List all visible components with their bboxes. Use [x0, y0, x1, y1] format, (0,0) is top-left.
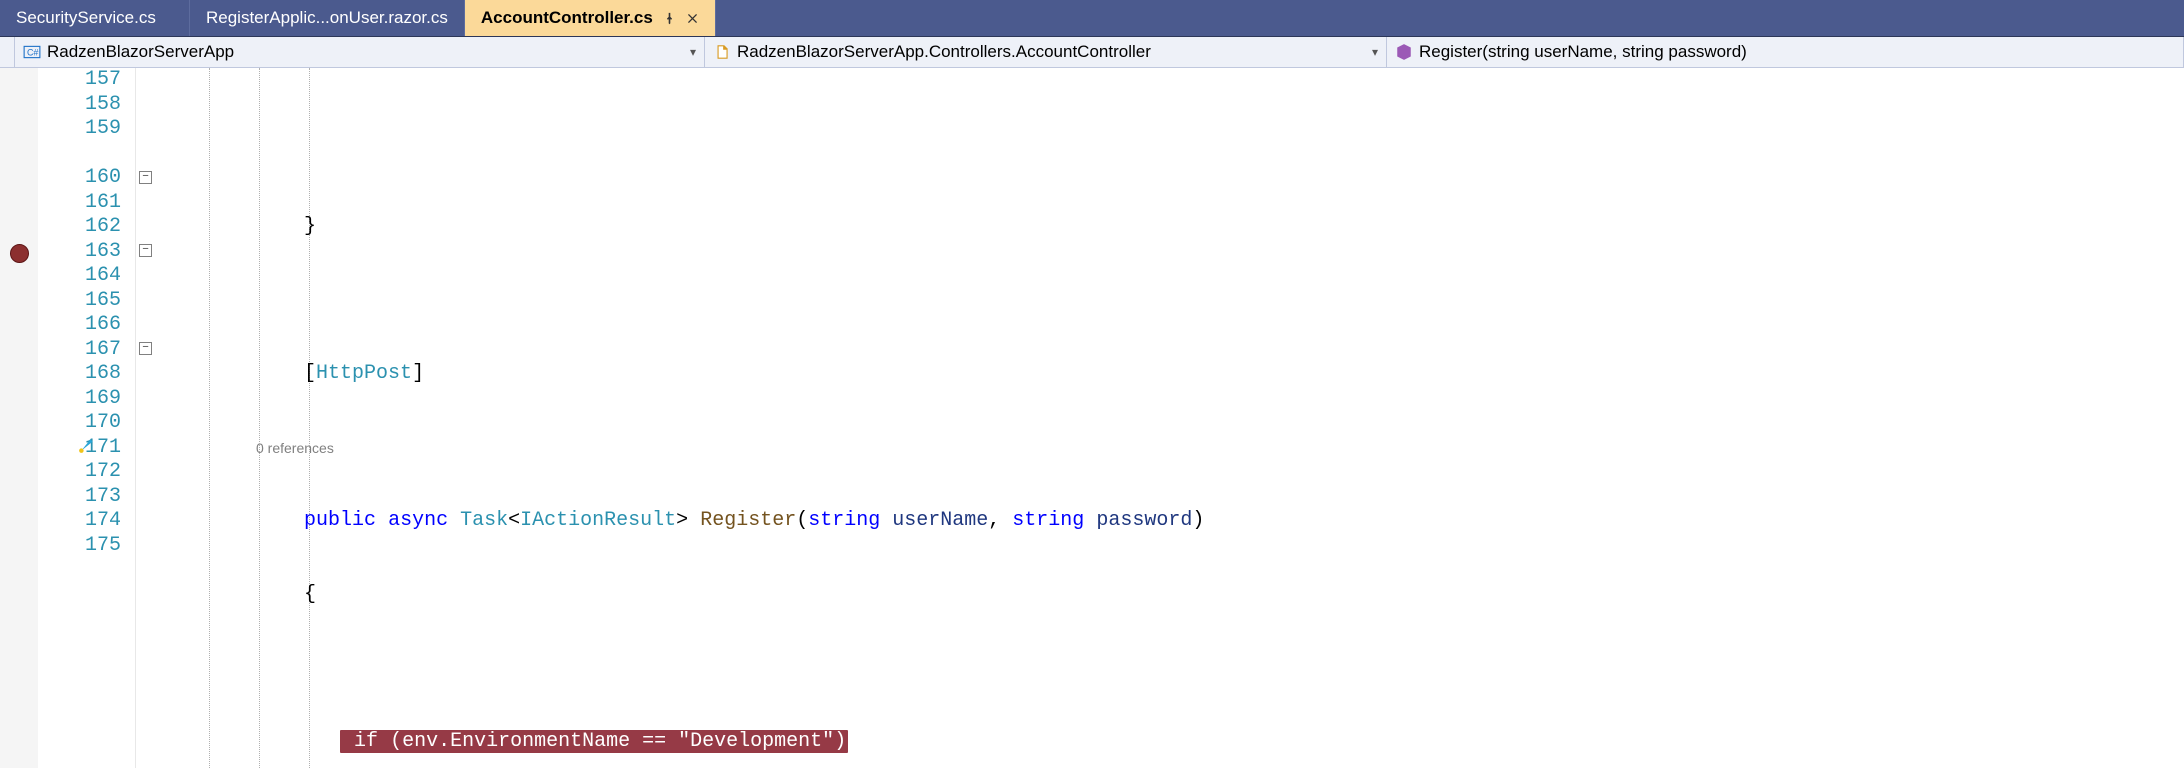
line-number: 163 [38, 240, 121, 265]
breakpoint-margin[interactable] [0, 68, 38, 768]
code-line: [HttpPost] [156, 362, 2184, 387]
method-icon [1395, 43, 1413, 61]
tab-bar-empty [716, 0, 2184, 36]
document-tab-bar: SecurityService.cs RegisterApplic...onUs… [0, 0, 2184, 37]
tab-label: AccountController.cs [481, 8, 653, 28]
tab-label: SecurityService.cs [16, 8, 156, 28]
nav-gutter [0, 37, 15, 67]
fold-toggle[interactable] [139, 171, 152, 184]
code-line [156, 656, 2184, 681]
line-number: 170 [38, 411, 121, 436]
code-line [156, 289, 2184, 314]
line-number: 172 [38, 460, 121, 485]
csharp-project-icon: C# [23, 43, 41, 61]
line-number: 160 [38, 166, 121, 191]
line-number: 164 [38, 264, 121, 289]
class-icon [713, 43, 731, 61]
pin-icon[interactable] [663, 12, 676, 25]
tab-securityservice[interactable]: SecurityService.cs [0, 0, 190, 36]
line-number: 161 [38, 191, 121, 216]
nav-class-dropdown[interactable]: RadzenBlazorServerApp.Controllers.Accoun… [705, 37, 1387, 67]
nav-project-text: RadzenBlazorServerApp [47, 42, 684, 62]
code-area[interactable]: } [HttpPost] 0 references public async T… [156, 68, 2184, 768]
navigation-bar: C# RadzenBlazorServerApp ▾ RadzenBlazorS… [0, 37, 2184, 68]
code-editor[interactable]: 157 158 159 160 161 162 163 164 165 166 … [0, 68, 2184, 768]
line-number [38, 142, 121, 167]
codelens-references[interactable]: 0 references [156, 436, 2184, 461]
chevron-down-icon: ▾ [1366, 45, 1378, 59]
close-icon[interactable] [686, 12, 699, 25]
code-line: { [156, 583, 2184, 608]
code-line: } [156, 215, 2184, 240]
code-line-breakpoint: if (env.EnvironmentName == "Development"… [156, 730, 2184, 755]
nav-member-text: Register(string userName, string passwor… [1419, 42, 2175, 62]
line-number-margin: 157 158 159 160 161 162 163 164 165 166 … [38, 68, 136, 768]
nav-project-dropdown[interactable]: C# RadzenBlazorServerApp ▾ [15, 37, 705, 67]
line-number: 173 [38, 485, 121, 510]
nav-class-text: RadzenBlazorServerApp.Controllers.Accoun… [737, 42, 1366, 62]
code-line: public async Task<IActionResult> Registe… [156, 509, 2184, 534]
line-number: 158 [38, 93, 121, 118]
line-number: 157 [38, 68, 121, 93]
quick-actions-icon[interactable] [78, 436, 96, 461]
line-number: 175 [38, 534, 121, 559]
fold-toggle[interactable] [139, 342, 152, 355]
line-number: 159 [38, 117, 121, 142]
tab-accountcontroller[interactable]: AccountController.cs [465, 0, 716, 36]
line-number: 165 [38, 289, 121, 314]
chevron-down-icon: ▾ [684, 45, 696, 59]
line-number: 174 [38, 509, 121, 534]
nav-member-dropdown[interactable]: Register(string userName, string passwor… [1387, 37, 2184, 67]
line-number: 167 [38, 338, 121, 363]
line-number: 166 [38, 313, 121, 338]
line-number: 162 [38, 215, 121, 240]
tab-registerapplicationuser[interactable]: RegisterApplic...onUser.razor.cs [190, 0, 465, 36]
fold-toggle[interactable] [139, 244, 152, 257]
tab-label: RegisterApplic...onUser.razor.cs [206, 8, 448, 28]
line-number: 168 [38, 362, 121, 387]
svg-text:C#: C# [27, 47, 39, 57]
outlining-margin[interactable] [136, 68, 156, 768]
breakpoint-dot[interactable] [10, 244, 29, 263]
line-number: 169 [38, 387, 121, 412]
